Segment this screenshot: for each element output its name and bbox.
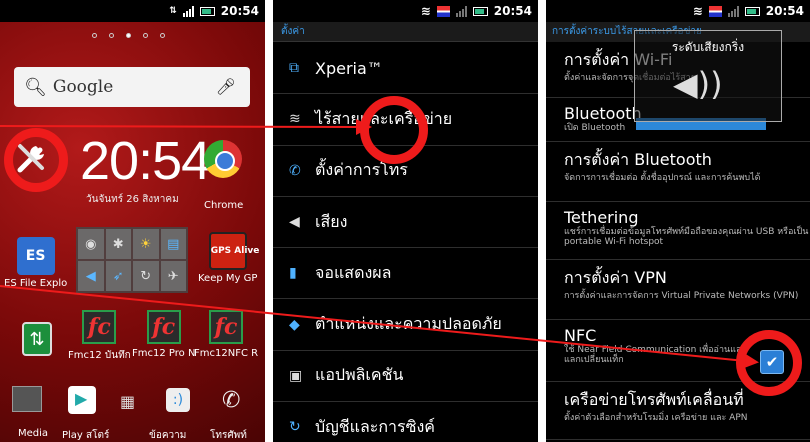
highlight-circle-wireless [360, 96, 428, 164]
arrow-to-nfc [0, 285, 759, 369]
arrow-to-wireless [0, 118, 372, 135]
annotation-arrows [0, 118, 759, 369]
highlight-circle-nfc [736, 330, 802, 396]
highlight-circle-settings [4, 128, 68, 192]
